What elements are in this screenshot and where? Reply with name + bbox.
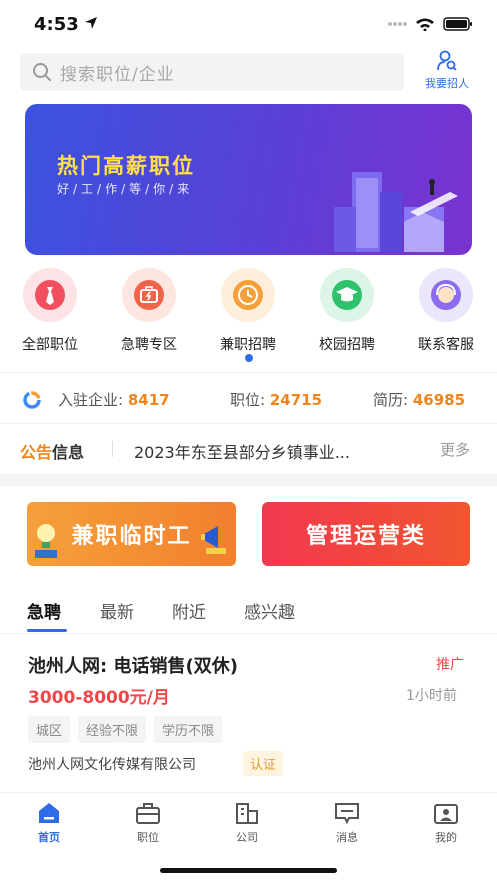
- divider: [112, 441, 113, 457]
- search-row: 搜索职位/企业 我要招人: [0, 50, 497, 96]
- stat-label: 入驻企业:: [58, 391, 124, 409]
- notice-bar[interactable]: 公告信息 2023年东至县部分乡镇事业... 更多: [0, 425, 497, 473]
- message-icon: [335, 803, 359, 825]
- stat-value: 8417: [127, 391, 170, 409]
- job-company: 池州人网文化传媒有限公司: [28, 757, 196, 773]
- tabbar-companies[interactable]: 公司: [212, 801, 282, 845]
- category-part-time[interactable]: 兼职招聘: [206, 268, 290, 354]
- category-support[interactable]: 联系客服: [404, 268, 488, 354]
- category-campus[interactable]: 校园招聘: [305, 268, 389, 354]
- job-tabs: 急聘 最新 附近 感兴趣: [0, 592, 497, 634]
- category-label: 联系客服: [418, 337, 474, 353]
- job-tag: 经验不限: [78, 716, 147, 743]
- tabbar-label: 公司: [236, 831, 258, 844]
- stat-label: 简历:: [373, 391, 409, 409]
- notice-logo: 公告信息: [20, 439, 84, 463]
- profile-icon: [434, 804, 458, 824]
- tabbar-label: 首页: [38, 831, 60, 844]
- briefcase-icon: [136, 803, 160, 824]
- promo-part-time-card[interactable]: 兼职临时工: [27, 502, 236, 566]
- certified-badge: 认证: [243, 751, 284, 776]
- promo-management-label: 管理运营类: [305, 524, 426, 549]
- city-buildings-illustration: [334, 172, 458, 252]
- search-icon: [33, 63, 51, 81]
- stats-bar: 入驻企业: 8417 职位: 24715 简历: 46985: [0, 372, 497, 424]
- signal-icon: [388, 22, 407, 26]
- category-label: 兼职招聘: [220, 337, 276, 353]
- tab-nearby[interactable]: 附近: [172, 598, 206, 623]
- status-bar: 4:53: [0, 0, 497, 48]
- category-row: 全部职位 急聘专区 兼职招聘 校园招聘 联系客服: [0, 268, 497, 354]
- briefcase-bolt-icon: [122, 268, 176, 322]
- stat-companies: 入驻企业: 8417: [58, 389, 170, 410]
- lightbulb-icon: [35, 524, 57, 558]
- building-icon: [236, 803, 258, 824]
- banner-subtitle: 好/工/作/等/你/来: [57, 182, 194, 196]
- home-indicator: [160, 868, 337, 873]
- tab-latest[interactable]: 最新: [100, 598, 134, 623]
- tabbar-label: 消息: [336, 831, 358, 844]
- notice-logo-b: 信息: [52, 443, 85, 462]
- location-arrow-icon: [85, 17, 97, 29]
- home-icon: [39, 803, 59, 823]
- promo-banner[interactable]: 热门高薪职位 好/工/作/等/你/来: [25, 104, 472, 255]
- job-tag: 学历不限: [154, 716, 223, 743]
- search-input[interactable]: 搜索职位/企业: [20, 53, 404, 91]
- person-search-icon: [437, 50, 457, 71]
- tab-interested[interactable]: 感兴趣: [244, 598, 295, 623]
- notice-logo-a: 公告: [20, 443, 53, 462]
- job-card[interactable]: 池州人网: 电话销售(双休) 推广 3000-8000元/月 1小时前 城区 经…: [0, 640, 497, 790]
- job-title: 池州人网: 电话销售(双休): [28, 656, 238, 677]
- stat-value: 46985: [412, 391, 466, 409]
- recruit-button[interactable]: 我要招人: [414, 50, 480, 96]
- battery-icon: [443, 17, 472, 31]
- stat-value: 24715: [269, 391, 323, 409]
- notice-more-link[interactable]: 更多: [440, 439, 470, 460]
- category-label: 校园招聘: [319, 337, 375, 353]
- banner-title: 热门高薪职位: [57, 154, 195, 178]
- tabbar-jobs[interactable]: 职位: [113, 801, 183, 845]
- stat-jobs: 职位: 24715: [230, 389, 322, 410]
- support-agent-icon: [419, 268, 473, 322]
- section-divider: [0, 474, 497, 486]
- job-tags: 城区 经验不限 学历不限: [28, 716, 223, 743]
- tab-underline: [27, 629, 67, 632]
- category-label: 全部职位: [22, 337, 78, 353]
- promo-part-time-label: 兼职临时工: [71, 524, 192, 549]
- tie-icon: [23, 268, 77, 322]
- search-placeholder: 搜索职位/企业: [60, 64, 175, 85]
- category-all-jobs[interactable]: 全部职位: [8, 268, 92, 354]
- clock-icon: [221, 268, 275, 322]
- page-indicator-dot: [245, 354, 253, 362]
- wifi-icon: [416, 18, 434, 31]
- tabbar-label: 我的: [435, 831, 457, 844]
- ring-logo-icon: [23, 391, 41, 409]
- recruit-label: 我要招人: [425, 77, 469, 90]
- status-time: 4:53: [34, 14, 79, 35]
- graduation-cap-icon: [320, 268, 374, 322]
- tab-urgent[interactable]: 急聘: [27, 598, 61, 623]
- notice-text[interactable]: 2023年东至县部分乡镇事业...: [134, 439, 350, 463]
- status-icons: [387, 17, 473, 31]
- stat-label: 职位:: [230, 391, 266, 409]
- promo-management-card[interactable]: 管理运营类: [262, 502, 470, 566]
- tabbar-label: 职位: [137, 831, 159, 844]
- tabbar-home[interactable]: 首页: [14, 801, 84, 845]
- category-urgent[interactable]: 急聘专区: [107, 268, 191, 354]
- tabbar-profile[interactable]: 我的: [411, 801, 481, 845]
- stat-resumes: 简历: 46985: [373, 389, 465, 410]
- job-tag: 城区: [28, 716, 71, 743]
- category-label: 急聘专区: [121, 337, 177, 353]
- job-posted-time: 1小时前: [406, 688, 457, 704]
- tabbar-messages[interactable]: 消息: [312, 801, 382, 845]
- job-salary: 3000-8000元/月: [28, 688, 170, 708]
- megaphone-icon: [201, 526, 226, 554]
- promoted-badge: 推广: [436, 657, 464, 673]
